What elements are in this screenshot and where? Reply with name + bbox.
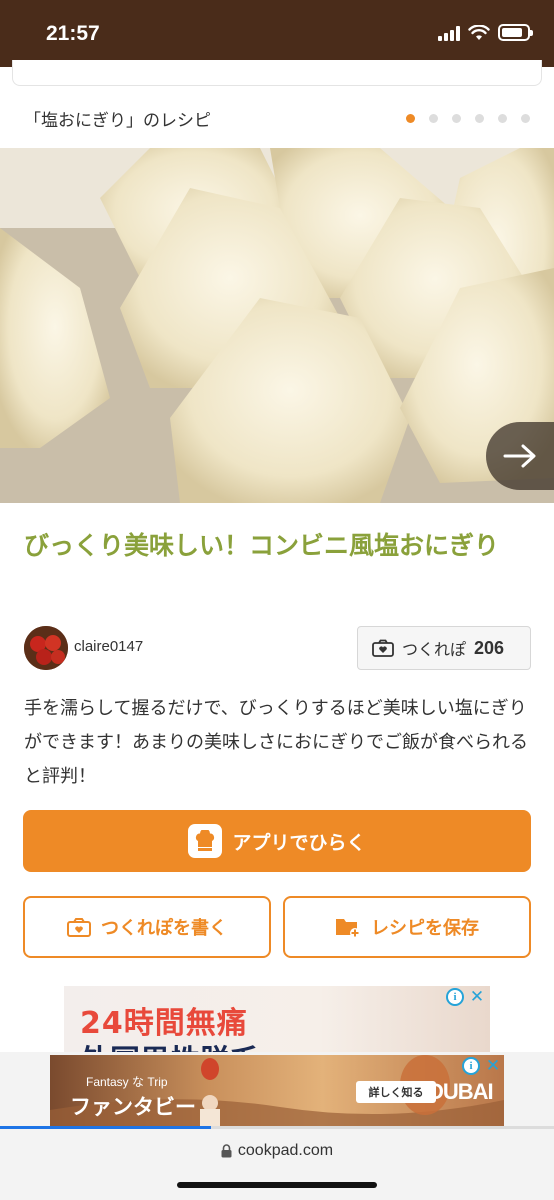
search-bar[interactable] (12, 60, 542, 86)
onigiri-image (0, 148, 554, 503)
status-time: 21:57 (46, 22, 100, 45)
ad-choices[interactable]: i ✕ (446, 987, 486, 1007)
carousel-dot[interactable] (521, 114, 530, 123)
write-tsukurepo-label: つくれぽを書く (101, 918, 227, 939)
cookpad-app-icon (188, 824, 223, 858)
ad-info-icon[interactable]: i (446, 988, 464, 1006)
save-recipe-label: レシピを保存 (371, 918, 479, 939)
tsukurepo-count-badge[interactable]: つくれぽ 206 (357, 626, 531, 670)
url-text: cookpad.com (237, 1142, 334, 1159)
home-indicator[interactable] (177, 1182, 377, 1188)
camera-heart-icon (67, 918, 91, 937)
ad-tagline: Fantasy な Trip (86, 1075, 168, 1089)
carousel-dot[interactable] (406, 114, 415, 123)
open-in-app-button[interactable]: アプリでひらく (23, 810, 531, 872)
cellular-signal-icon (438, 25, 460, 41)
status-icons (438, 24, 533, 41)
write-tsukurepo-button[interactable]: つくれぽを書く (23, 896, 271, 958)
next-photo-button[interactable] (486, 422, 554, 490)
ad-close-icon[interactable]: ✕ (468, 987, 486, 1007)
section-title: 「塩おにぎり」のレシピ (24, 111, 211, 131)
ad-brand: DUBAI (428, 1079, 494, 1104)
folder-add-icon (336, 919, 360, 938)
arrow-right-icon (503, 444, 536, 468)
carousel-dot[interactable] (429, 114, 438, 123)
author-name[interactable]: claire0147 (74, 638, 143, 655)
carousel-dot[interactable] (452, 114, 461, 123)
status-bar: 21:57 (0, 0, 554, 67)
battery-icon (498, 24, 533, 41)
recipe-photo[interactable] (0, 148, 554, 503)
wifi-icon (468, 24, 490, 40)
lock-icon (221, 1144, 232, 1158)
ad-banner-dubai[interactable]: Fantasy な Trip ファンタビー 詳しく知る DUBAI i ✕ (50, 1055, 504, 1127)
ad-close-icon[interactable]: ✕ (484, 1056, 502, 1076)
carousel-dot[interactable] (498, 114, 507, 123)
ad-choices[interactable]: i ✕ (462, 1056, 502, 1076)
recipe-description: 手を濡らして握るだけで、びっくりするほど美味しい塩にぎりができます！あまりの美味… (24, 698, 528, 787)
camera-heart-icon (372, 639, 394, 657)
apples-avatar-image (24, 626, 68, 670)
open-in-app-label: アプリでひらく (232, 831, 366, 854)
url-bar[interactable]: cookpad.com (0, 1142, 554, 1160)
page-load-progress (0, 1126, 554, 1129)
avatar[interactable] (24, 626, 68, 670)
carousel-dot[interactable] (475, 114, 484, 123)
recipe-title[interactable]: びっくり美味しい！コンビニ風塩おにぎり (24, 526, 524, 566)
ad-learn-more-button[interactable]: 詳しく知る (356, 1081, 436, 1103)
ad-title: ファンタビー (70, 1095, 196, 1119)
ad-info-icon[interactable]: i (462, 1057, 480, 1075)
tsukurepo-label: つくれぽ (402, 640, 467, 659)
save-recipe-button[interactable]: レシピを保存 (283, 896, 531, 958)
progress-fill (0, 1126, 211, 1129)
tsukurepo-count: 206 (474, 637, 505, 658)
carousel-indicator (406, 114, 530, 123)
